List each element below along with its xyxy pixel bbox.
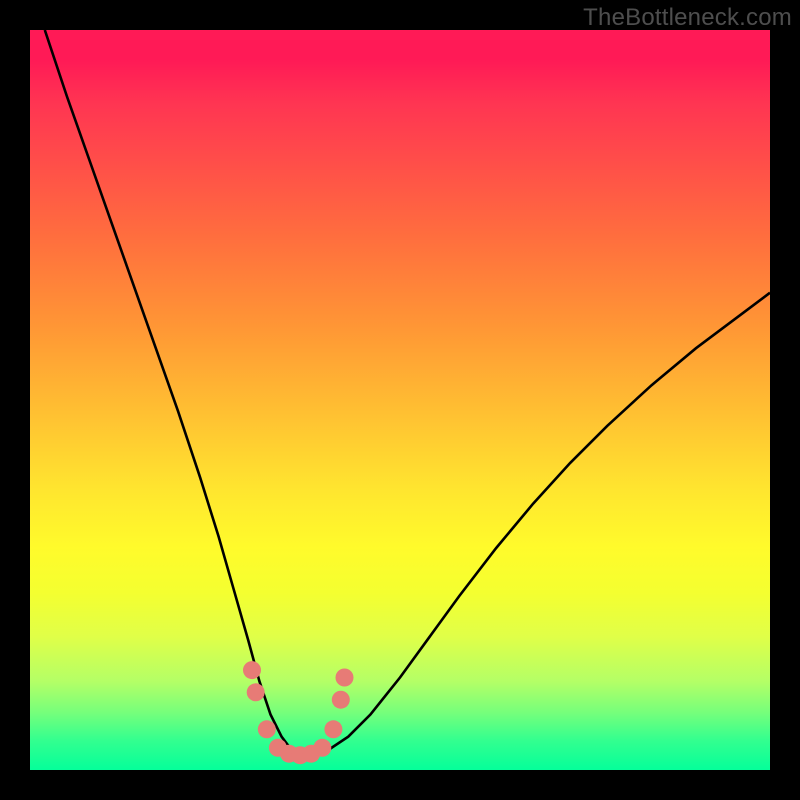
curve-marker xyxy=(243,661,261,679)
chart-svg xyxy=(30,30,770,770)
bottleneck-curve xyxy=(45,30,770,755)
curve-marker xyxy=(258,720,276,738)
curve-marker xyxy=(332,691,350,709)
curve-marker xyxy=(313,739,331,757)
chart-frame: TheBottleneck.com xyxy=(0,0,800,800)
curve-marker xyxy=(336,669,354,687)
curve-marker xyxy=(324,720,342,738)
curve-marker xyxy=(247,683,265,701)
watermark-text: TheBottleneck.com xyxy=(583,4,792,32)
curve-markers xyxy=(243,661,354,764)
plot-area xyxy=(30,30,770,770)
